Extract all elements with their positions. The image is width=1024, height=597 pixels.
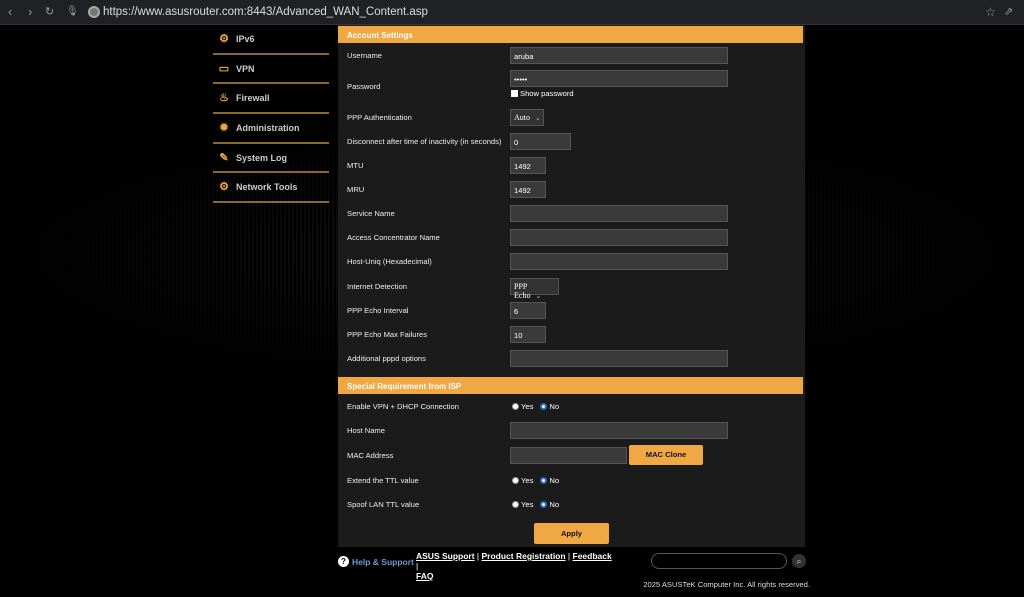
host-uniq-hexadecimal-label: Host-Uniq (Hexadecimal) — [347, 257, 432, 266]
mru-label: MRU — [347, 185, 365, 194]
mtu-input[interactable]: 1492 — [510, 157, 546, 174]
additional-pppd-options-label: Additional pppd options — [347, 354, 426, 363]
access-concentrator-name-input[interactable] — [510, 229, 728, 246]
sidebar-item-label: Administration — [236, 122, 300, 133]
mac-clone-button[interactable]: MAC Clone — [629, 445, 703, 465]
product-registration-link[interactable]: Product Registration — [482, 551, 566, 561]
host-name-label: Host Name — [347, 426, 385, 435]
spoof-lan-ttl-value-label: Spoof LAN TTL value — [347, 500, 420, 509]
ppp-echo-interval-label: PPP Echo Interval — [347, 306, 409, 315]
service-name-label: Service Name — [347, 209, 395, 218]
sidebar-item-firewall[interactable]: ♨ Firewall — [213, 84, 329, 115]
faq-link[interactable]: FAQ — [416, 571, 433, 581]
internet-detection-select[interactable]: PPP Echo ⌄ — [510, 278, 559, 300]
access-concentrator-name-label: Access Concentrator Name — [347, 233, 440, 242]
extend-the-ttl-value-no-label: No — [549, 476, 560, 485]
spoof-lan-ttl-value-yes-radio[interactable] — [512, 501, 519, 508]
show-password-label: Show password — [520, 89, 574, 98]
checkbox[interactable] — [511, 90, 518, 97]
sidebar-item-label: Firewall — [236, 93, 270, 104]
enable-vpn-dhcp-connection-no-radio[interactable] — [540, 403, 548, 410]
firewall-icon: ♨ — [219, 92, 229, 105]
reload-icon[interactable]: ↻ — [45, 5, 54, 18]
mac-address-label: MAC Address — [347, 451, 394, 460]
show-password-checkbox[interactable]: Show password — [511, 89, 574, 98]
isp-section-header: Special Requirement from ISP — [338, 377, 803, 394]
wan-settings-panel: Account Settings Username aruba Password •••… — [338, 25, 805, 547]
sidebar-item-system-log[interactable]: ✎ System Log — [213, 144, 329, 174]
ipv6-icon: ⚙ — [219, 32, 229, 45]
sidebar-menu: ⚙ IPv6 ▭ VPN ♨ Firewall ✹ Administration ✎ System… — [213, 25, 329, 204]
username-label: Username — [347, 51, 383, 60]
sidebar-item-vpn[interactable]: ▭ VPN — [213, 55, 329, 85]
chevron-down-icon: ⌄ — [535, 114, 541, 122]
system-log-icon: ✎ — [219, 151, 229, 164]
enable-vpn-dhcp-connection-yes-radio[interactable] — [512, 403, 519, 410]
extend-the-ttl-value-no-radio[interactable] — [540, 477, 548, 484]
forward-icon[interactable]: › — [28, 4, 32, 19]
spoof-lan-ttl-value-radio-group[interactable]: Yes No — [512, 500, 559, 509]
footer-search-input[interactable] — [651, 553, 787, 569]
spoof-lan-ttl-value-yes-label: Yes — [521, 500, 534, 509]
ppp-echo-max-failures-input[interactable]: 10 — [510, 326, 546, 343]
enable-vpn-dhcp-connection-radio-group[interactable]: Yes No — [512, 402, 559, 411]
site-info-icon[interactable] — [88, 6, 100, 18]
extend-the-ttl-value-yes-radio[interactable] — [512, 477, 519, 484]
chevron-down-icon: ⌄ — [535, 292, 542, 300]
mac-address-input[interactable] — [510, 447, 627, 464]
extend-the-ttl-value-yes-label: Yes — [521, 476, 534, 485]
vpn-icon: ▭ — [218, 62, 230, 75]
microphone-icon[interactable]: 🎙 — [66, 6, 79, 17]
host-uniq-hexadecimal-input[interactable] — [510, 253, 728, 270]
password-input[interactable]: ••••• — [510, 70, 728, 87]
copyright: 2025 ASUSTeK Computer Inc. All rights re… — [643, 580, 810, 589]
ppp-authentication-select[interactable]: Auto ⌄ — [510, 109, 544, 126]
extend-the-ttl-value-label: Extend the TTL value — [347, 476, 419, 485]
administration-icon: ✹ — [219, 121, 229, 134]
bookmark-star-icon[interactable]: ☆ — [985, 5, 996, 19]
help-support[interactable]: ? Help & Support — [338, 556, 414, 567]
address-bar[interactable]: https://www.asusrouter.com:8443/Advanced… — [103, 6, 428, 18]
enable-vpn-dhcp-connection-label: Enable VPN + DHCP Connection — [347, 402, 459, 411]
disconnect-after-time-of-inactivity-in-seconds-label: Disconnect after time of inactivity (in … — [347, 137, 502, 146]
sidebar-item-label: System Log — [236, 152, 288, 163]
search-icon[interactable]: ⌕ — [792, 554, 806, 568]
sidebar-item-network-tools[interactable]: ⚙ Network Tools — [213, 173, 329, 204]
spoof-lan-ttl-value-no-radio[interactable] — [540, 501, 548, 508]
extend-the-ttl-value-radio-group[interactable]: Yes No — [512, 476, 559, 485]
network-tools-icon: ⚙ — [219, 181, 229, 194]
sidebar-item-label: Network Tools — [236, 182, 298, 193]
mtu-label: MTU — [347, 161, 364, 170]
apply-button[interactable]: Apply — [534, 523, 609, 544]
sidebar-item-administration[interactable]: ✹ Administration — [213, 114, 329, 144]
host-name-input[interactable] — [510, 422, 728, 439]
footer-links: ASUS Support | Product Registration | Fe… — [416, 551, 612, 581]
mru-input[interactable]: 1492 — [510, 181, 546, 198]
enable-vpn-dhcp-connection-no-label: No — [549, 402, 560, 411]
help-icon: ? — [338, 556, 349, 567]
service-name-input[interactable] — [510, 205, 728, 222]
internet-detection-value: PPP Echo — [514, 282, 531, 300]
sidebar-item-label: VPN — [236, 63, 255, 74]
sidebar-item-label: IPv6 — [236, 33, 255, 44]
disconnect-after-time-of-inactivity-in-seconds-input[interactable]: 0 — [510, 133, 571, 150]
ppp-authentication-label: PPP Authentication — [347, 113, 412, 122]
help-support-label: Help & Support — [352, 556, 414, 567]
feedback-link[interactable]: Feedback — [573, 551, 612, 561]
ppp-authentication-value: Auto — [514, 113, 530, 122]
ppp-echo-interval-input[interactable]: 6 — [510, 302, 546, 319]
share-icon[interactable]: ⇗ — [1004, 5, 1013, 18]
asus-support-link[interactable]: ASUS Support — [416, 551, 475, 561]
ppp-echo-max-failures-label: PPP Echo Max Failures — [347, 330, 428, 339]
username-input[interactable]: aruba — [510, 47, 728, 64]
sidebar-item-ipv6[interactable]: ⚙ IPv6 — [213, 25, 329, 55]
additional-pppd-options-input[interactable] — [510, 350, 728, 367]
browser-toolbar: ‹ › ↻ 🎙 https://www.asusrouter.com:8443/… — [0, 0, 1024, 25]
internet-detection-label: Internet Detection — [347, 282, 407, 291]
spoof-lan-ttl-value-no-label: No — [549, 500, 560, 509]
password-label: Password — [347, 82, 381, 91]
account-section-header: Account Settings — [338, 26, 803, 43]
enable-vpn-dhcp-connection-yes-label: Yes — [521, 402, 534, 411]
back-icon[interactable]: ‹ — [8, 4, 12, 19]
